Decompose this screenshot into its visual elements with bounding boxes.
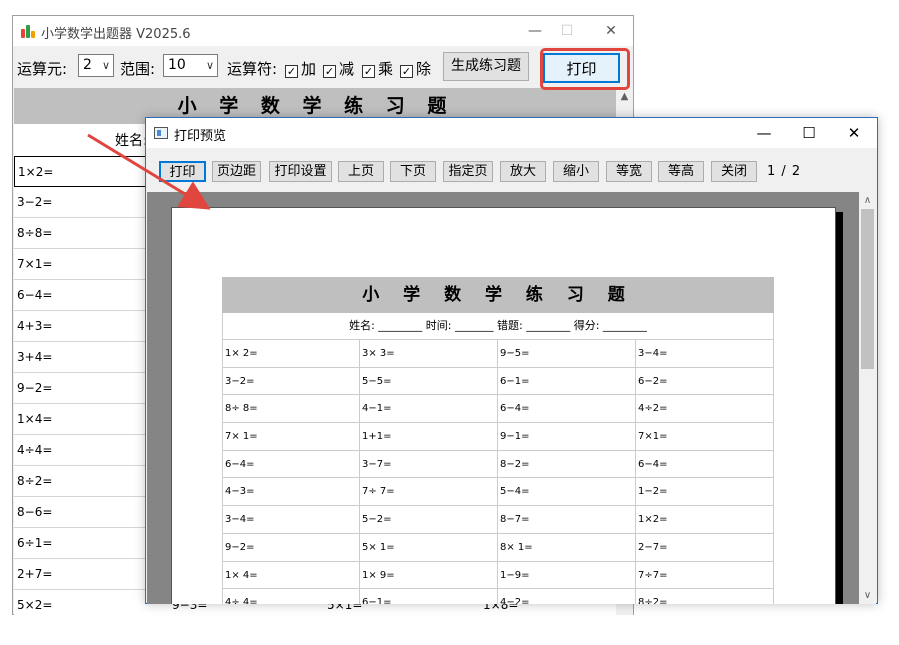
- doc-question-cell: 3−4=: [636, 340, 774, 368]
- doc-question-cell: 9−5=: [498, 340, 636, 368]
- main-toolbar: 运算元: 2 ∨ 范围: 10 ∨ 运算符: ✓ 加 ✓ 减 ✓ 乘 ✓ 除 生成练习题: [13, 50, 633, 84]
- doc-question-cell: 3−7=: [360, 450, 498, 479]
- checkbox-checked-icon: ✓: [362, 65, 375, 78]
- scroll-up-icon[interactable]: ∧: [859, 192, 876, 209]
- main-titlebar: 小学数学出题器 V2025.6 — ☐ ✕: [13, 16, 633, 46]
- doc-question-cell: 3× 3=: [360, 340, 498, 368]
- doc-question-cell: 4−3=: [222, 478, 360, 507]
- doc-question-cell: 6−4=: [636, 450, 774, 479]
- preview-document: 小 学 数 学 练 习 题 姓名: ________ 时间: _______ 错…: [222, 277, 774, 604]
- doc-question-cell: 1−2=: [636, 478, 774, 507]
- scroll-up-icon[interactable]: ▲: [616, 88, 633, 105]
- close-icon[interactable]: ✕: [599, 20, 623, 42]
- doc-question-cell: 9−2=: [222, 533, 360, 562]
- doc-info: 姓名: ________ 时间: _______ 错题: ________ 得分…: [222, 313, 774, 340]
- doc-question-cell: 7×1=: [636, 423, 774, 451]
- fit-height-button[interactable]: 等高: [658, 161, 704, 182]
- range-select[interactable]: 10 ∨: [163, 54, 218, 77]
- checkbox-checked-icon: ✓: [323, 65, 336, 78]
- page-indicator: 1 / 2: [767, 164, 802, 179]
- checkbox-checked-icon: ✓: [400, 65, 413, 78]
- preview-page: 小 学 数 学 练 习 题 姓名: ________ 时间: _______ 错…: [171, 207, 836, 604]
- goto-page-button[interactable]: 指定页: [443, 161, 493, 182]
- doc-question-cell: 1× 9=: [360, 561, 498, 590]
- doc-question-cell: 6−4=: [498, 395, 636, 424]
- doc-question-cell: 7÷ 7=: [360, 478, 498, 507]
- generate-button[interactable]: 生成练习题: [443, 52, 529, 81]
- range-value: 10: [168, 57, 186, 73]
- doc-question-cell: 9−1=: [498, 423, 636, 451]
- operand-value: 2: [83, 57, 92, 73]
- doc-question-cell: 5× 1=: [360, 533, 498, 562]
- chevron-down-icon: ∨: [101, 59, 110, 72]
- doc-question-cell: 1× 4=: [222, 561, 360, 590]
- doc-question-cell: 1−9=: [498, 561, 636, 590]
- doc-question-cell: 5−5=: [360, 367, 498, 396]
- close-preview-button[interactable]: 关闭: [711, 161, 757, 182]
- preview-scrollbar[interactable]: ∧ ∨: [859, 192, 876, 604]
- doc-question-cell: 1× 2=: [222, 340, 360, 368]
- doc-question-cell: 8÷ 8=: [222, 395, 360, 424]
- window-icon: [154, 127, 168, 139]
- doc-question-cell: 1×2=: [636, 506, 774, 534]
- preview-title: 打印预览: [174, 129, 227, 144]
- doc-title: 小 学 数 学 练 习 题: [222, 277, 774, 313]
- prev-page-button[interactable]: 上页: [338, 161, 384, 182]
- preview-titlebar: 打印预览 — ☐ ✕: [146, 118, 877, 148]
- operand-label: 运算元:: [17, 60, 68, 78]
- doc-question-cell: 6−4=: [222, 450, 360, 479]
- doc-question-cell: 1+1=: [360, 423, 498, 451]
- op-mul-checkbox[interactable]: ✓ 乘: [362, 58, 393, 79]
- maximize-icon[interactable]: ☐: [794, 122, 824, 144]
- doc-question-cell: 6−2=: [636, 367, 774, 396]
- doc-question-cell: 7÷7=: [636, 561, 774, 590]
- margins-button[interactable]: 页边距: [212, 161, 261, 182]
- chevron-down-icon: ∨: [205, 59, 214, 72]
- doc-question-cell: 5−4=: [498, 478, 636, 507]
- scroll-thumb[interactable]: [861, 209, 874, 369]
- preview-print-button[interactable]: 打印: [159, 161, 206, 182]
- doc-question-cell: 2−7=: [636, 533, 774, 562]
- doc-question-cell: 7× 1=: [222, 423, 360, 451]
- doc-question-cell: 4÷2=: [636, 395, 774, 424]
- close-icon[interactable]: ✕: [839, 122, 869, 144]
- main-window-title: 小学数学出题器 V2025.6: [41, 27, 191, 42]
- doc-question-cell: 4−2=: [498, 589, 636, 604]
- zoom-out-button[interactable]: 缩小: [553, 161, 599, 182]
- minimize-icon[interactable]: —: [523, 20, 547, 42]
- doc-question-cell: 8−7=: [498, 506, 636, 534]
- print-settings-button[interactable]: 打印设置: [269, 161, 332, 182]
- checkbox-checked-icon: ✓: [285, 65, 298, 78]
- print-button-main[interactable]: 打印: [543, 53, 620, 83]
- print-preview-window: 打印预览 — ☐ ✕ 打印 页边距 打印设置 上页 下页 指定页 放大 缩小 等…: [145, 117, 878, 604]
- preview-canvas: 小 学 数 学 练 习 题 姓名: ________ 时间: _______ 错…: [147, 192, 860, 604]
- op-sub-checkbox[interactable]: ✓ 减: [323, 58, 354, 79]
- operator-label: 运算符:: [227, 60, 278, 78]
- op-add-checkbox[interactable]: ✓ 加: [285, 58, 316, 79]
- doc-question-cell: 6−1=: [360, 589, 498, 604]
- doc-question-cell: 3−4=: [222, 506, 360, 534]
- next-page-button[interactable]: 下页: [390, 161, 436, 182]
- doc-question-grid: 1× 2= 3× 3= 9−5= 3−4= 3−2= 5−5= 6−1= 6−2= 8÷ 8= 4…: [222, 340, 774, 604]
- doc-question-cell: 3−2=: [222, 367, 360, 396]
- zoom-in-button[interactable]: 放大: [500, 161, 546, 182]
- minimize-icon[interactable]: —: [749, 122, 779, 144]
- operand-select[interactable]: 2 ∨: [78, 54, 114, 77]
- doc-question-cell: 4−1=: [360, 395, 498, 424]
- app-logo-icon: [21, 24, 35, 38]
- doc-question-cell: 8× 1=: [498, 533, 636, 562]
- doc-question-cell: 4÷ 4=: [222, 589, 360, 604]
- doc-question-cell: 8÷2=: [636, 589, 774, 604]
- range-label: 范围:: [120, 60, 156, 78]
- doc-question-cell: 5−2=: [360, 506, 498, 534]
- scroll-down-icon[interactable]: ∨: [859, 587, 876, 604]
- fit-width-button[interactable]: 等宽: [606, 161, 652, 182]
- op-div-checkbox[interactable]: ✓ 除: [400, 58, 431, 79]
- doc-question-cell: 6−1=: [498, 367, 636, 396]
- maximize-icon: ☐: [560, 23, 574, 39]
- doc-question-cell: 8−2=: [498, 450, 636, 479]
